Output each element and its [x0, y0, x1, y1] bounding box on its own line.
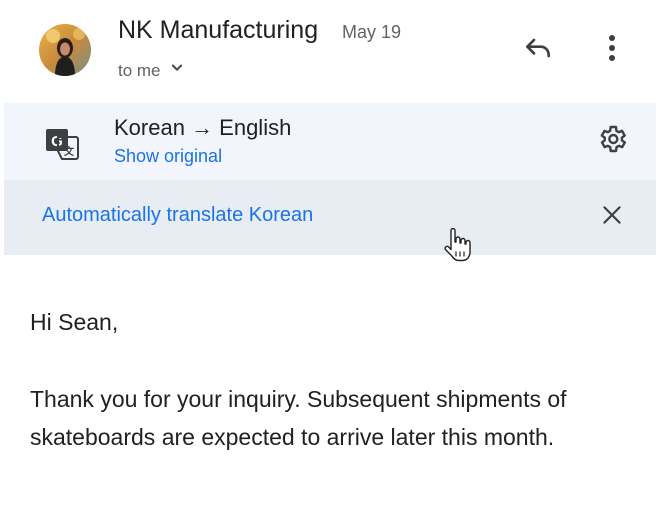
translation-settings-button[interactable] — [592, 121, 632, 161]
svg-text:文: 文 — [64, 145, 75, 158]
show-original-link[interactable]: Show original — [114, 146, 222, 167]
auto-translate-bar: Automatically translate Korean — [4, 180, 656, 255]
message-greeting: Hi Sean, — [30, 309, 119, 335]
recipient-details-toggle[interactable]: to me — [118, 58, 187, 83]
reply-button[interactable] — [518, 30, 558, 70]
translation-languages: Korean → English — [114, 115, 292, 140]
sender-avatar[interactable] — [39, 24, 91, 76]
more-options-button[interactable] — [592, 30, 632, 70]
more-vert-icon — [608, 34, 616, 67]
translation-bar: G 文 Korean → English Show original — [4, 103, 656, 180]
translate-icon: G 文 — [44, 125, 80, 161]
chevron-down-icon — [167, 58, 187, 83]
hand-pointer-icon — [443, 227, 471, 262]
sender-name: NK Manufacturing — [118, 16, 319, 44]
recipient-label: to me — [118, 60, 161, 80]
gear-icon — [596, 123, 628, 160]
dismiss-auto-translate-button[interactable] — [592, 197, 632, 237]
reply-icon — [522, 32, 554, 69]
message-body: Thank you for your inquiry. Subsequent s… — [30, 386, 567, 450]
message-date: May 19 — [342, 22, 402, 42]
auto-translate-link[interactable]: Automatically translate Korean — [42, 204, 313, 227]
close-icon — [599, 202, 625, 233]
